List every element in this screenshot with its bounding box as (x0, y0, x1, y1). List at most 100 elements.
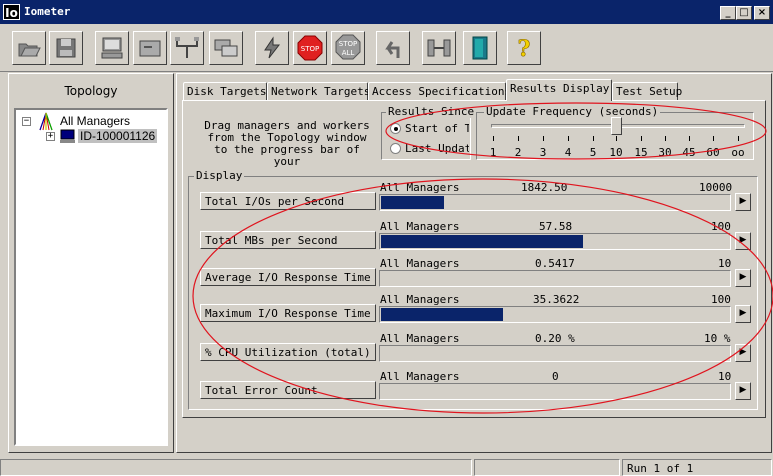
metric-value: 0.5417 (535, 257, 575, 270)
metric-source: All Managers (380, 220, 460, 233)
metric-more-button[interactable]: ▶ (735, 269, 751, 287)
metric-max: 100 (711, 220, 731, 233)
slider-tick-label: 60 (706, 146, 720, 159)
save-icon (56, 38, 76, 58)
metric-source: All Managers (380, 332, 460, 345)
metric-more-button[interactable]: ▶ (735, 232, 751, 250)
update-frequency-label: Update Frequency (seconds) (484, 105, 661, 118)
maximize-button[interactable]: □ (736, 6, 752, 20)
slider-tick-label: 10 (609, 146, 623, 159)
stop-all-label2: ALL (342, 49, 355, 57)
metric-bar-fill (381, 235, 583, 248)
new-disk-worker-button[interactable] (95, 31, 129, 65)
all-managers-icon (39, 112, 53, 131)
metric-bar (379, 194, 731, 211)
help-line: to the progress bar of your (214, 143, 360, 168)
metric-bar-fill (381, 196, 444, 209)
metric-more-button[interactable]: ▶ (735, 305, 751, 323)
metric-select-button[interactable]: Average I/O Response Time (ms) (200, 268, 376, 286)
reset-workers-button[interactable] (376, 31, 410, 65)
metric-max: 10000 (699, 181, 733, 194)
radio-start-of-test[interactable] (390, 123, 401, 134)
metric-select-button[interactable]: Total MBs per Second (200, 231, 376, 249)
collapse-toggle[interactable]: − (22, 117, 31, 126)
status-pane-main (0, 459, 472, 476)
tab-network-targets[interactable]: Network Targets (267, 82, 370, 100)
radio-last-update-label[interactable]: Last Update (405, 142, 469, 155)
slider-tick (738, 136, 739, 141)
radio-start-of-test-label[interactable]: Start of T (405, 122, 469, 135)
display-group (188, 176, 758, 410)
config-icon (427, 39, 451, 57)
results-since-label: Results Since (386, 105, 477, 118)
metric-more-button[interactable]: ▶ (735, 382, 751, 400)
slider-tick-label: 15 (634, 146, 648, 159)
open-icon (18, 43, 41, 57)
about-label: ? (518, 36, 531, 61)
update-frequency-slider-thumb[interactable] (611, 117, 622, 135)
metric-value: 57.58 (539, 220, 573, 233)
about-button[interactable]: ? (507, 31, 541, 65)
title-bar (0, 0, 773, 24)
metric-more-button[interactable]: ▶ (735, 344, 751, 362)
stop-all-button[interactable]: STOP ALL (331, 31, 365, 65)
disconnect-icon (214, 39, 238, 57)
exit-icon (472, 36, 488, 60)
stop-button[interactable]: STOP (293, 31, 327, 65)
slider-tick (641, 136, 642, 141)
start-button[interactable] (255, 31, 289, 65)
slider-tick (616, 136, 617, 141)
stop-icon: STOP (297, 35, 323, 61)
metric-source: All Managers (380, 370, 460, 383)
minimize-button[interactable]: _ (720, 6, 736, 20)
slider-tick (689, 136, 690, 141)
app-logo-icon: Io (3, 4, 20, 20)
help-text: Drag managers and workers from the Topol… (198, 120, 376, 168)
metric-bar (379, 233, 731, 250)
new-network-worker-icon (139, 40, 161, 57)
metric-select-button[interactable]: % CPU Utilization (total) (200, 343, 376, 361)
metric-select-button[interactable]: Maximum I/O Response Time (ms) (200, 304, 376, 322)
slider-tick-label: oo (731, 146, 745, 159)
window-title: Iometer (24, 5, 71, 18)
tab-disk-targets[interactable]: Disk Targets (183, 82, 267, 100)
slider-tick (593, 136, 594, 141)
expand-toggle[interactable]: + (46, 132, 55, 141)
duplicate-worker-button[interactable] (170, 31, 204, 65)
metric-select-button[interactable]: Total I/Os per Second (200, 192, 376, 210)
close-button[interactable]: × (754, 6, 770, 20)
topology-tree[interactable]: − All Managers + ID-100001126 (14, 108, 168, 446)
tab-test-setup[interactable]: Test Setup (612, 82, 682, 100)
open-button[interactable] (12, 31, 46, 65)
status-run: Run 1 of 1 (622, 459, 772, 476)
tree-item-all-managers[interactable]: All Managers (60, 114, 130, 128)
radio-last-update[interactable] (390, 143, 401, 154)
new-disk-worker-icon (101, 37, 123, 59)
slider-tick (713, 136, 714, 141)
metric-value: 0.20 % (535, 332, 575, 345)
exit-button[interactable] (463, 31, 497, 65)
status-pane-middle (474, 459, 620, 476)
duplicate-worker-icon (175, 37, 199, 58)
tab-results-display[interactable]: Results Display (506, 79, 612, 101)
display-label: Display (194, 169, 245, 182)
config-button[interactable] (422, 31, 456, 65)
metric-select-button[interactable]: Total Error Count (200, 381, 376, 399)
disconnect-button[interactable] (209, 31, 243, 65)
metric-max: 10 (718, 370, 732, 383)
tree-item-manager[interactable]: ID-100001126 (78, 129, 158, 143)
save-button[interactable] (49, 31, 83, 65)
new-network-worker-button[interactable] (133, 31, 167, 65)
metric-bar (379, 306, 731, 323)
metric-source: All Managers (380, 181, 460, 194)
stop-label: STOP (301, 45, 319, 53)
stop-all-label: STOP (339, 40, 357, 48)
slider-tick (518, 136, 519, 141)
slider-tick (665, 136, 666, 141)
reset-workers-icon (385, 41, 400, 58)
start-icon (264, 36, 281, 59)
slider-tick-label: 2 (514, 146, 522, 159)
metric-more-button[interactable]: ▶ (735, 193, 751, 211)
tab-access-specifications[interactable]: Access Specifications (368, 82, 511, 100)
metric-bar (379, 345, 731, 362)
